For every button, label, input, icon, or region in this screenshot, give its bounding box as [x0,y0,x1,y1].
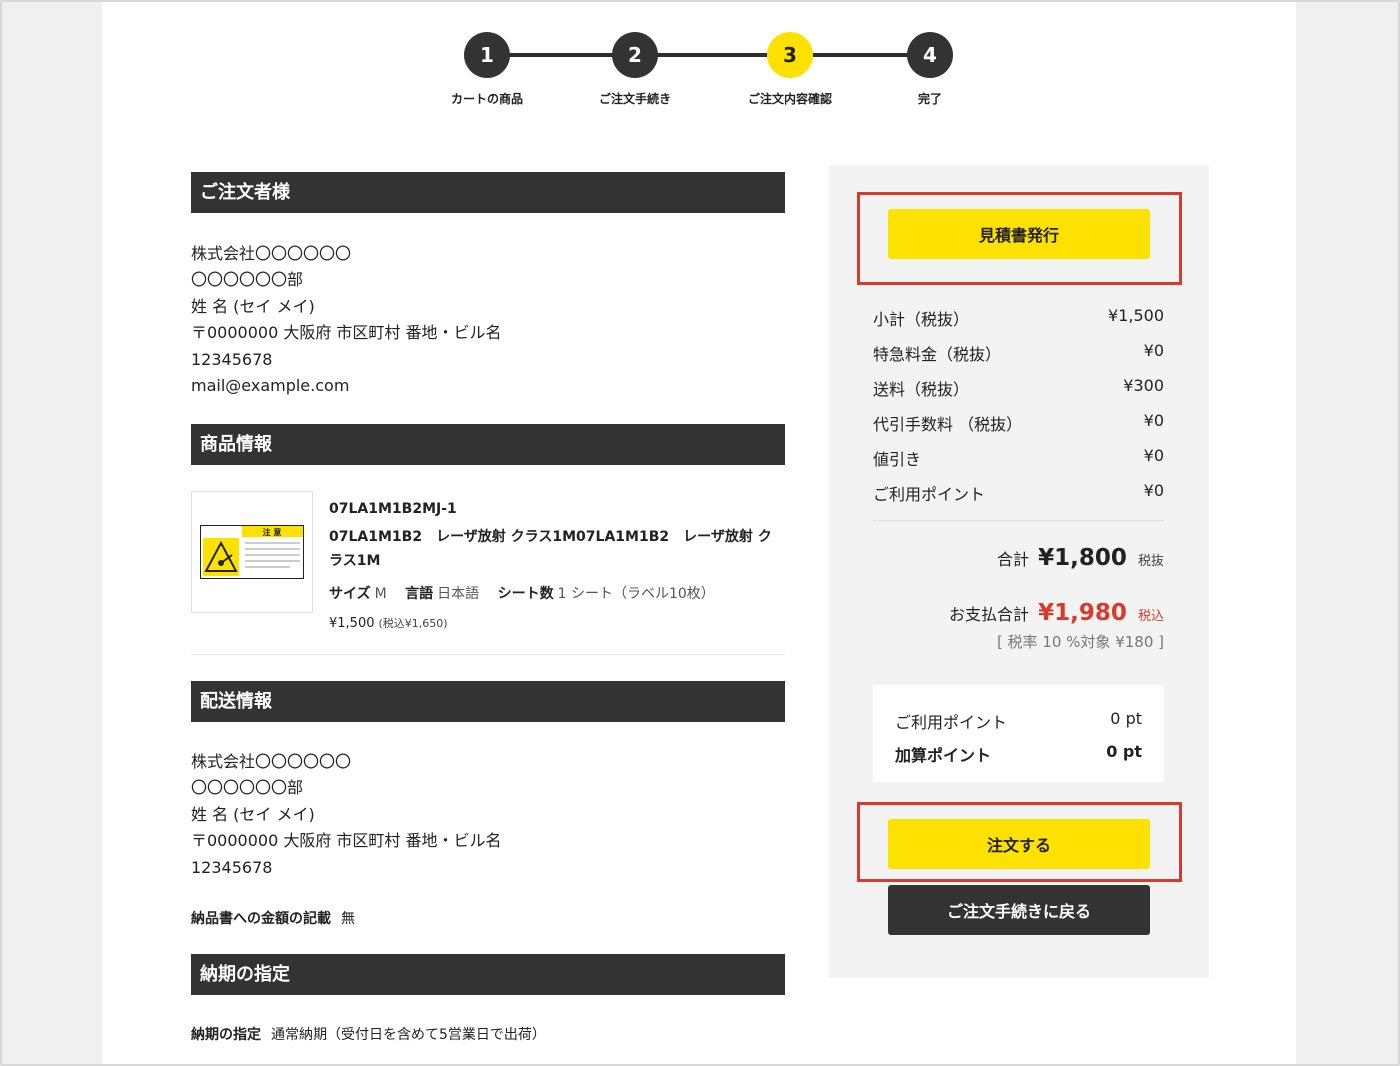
used-points-row: ご利用ポイント ¥0 [873,481,1164,505]
orderer-department: 〇〇〇〇〇〇部 [191,270,304,290]
size-label: サイズ [329,586,371,602]
step-1: 1 [464,32,510,78]
size-value: M [374,586,387,602]
invoice-amount-label: 納品書への金額の記載 [191,911,331,927]
language-label: 言語 [405,586,434,602]
shipping-company: 株式会社〇〇〇〇〇〇 [191,752,352,771]
earned-points-row: 加算ポイント 0 pt [895,742,1142,766]
total-value: ¥1,800 [1038,545,1127,571]
earned-points-label: 加算ポイント [895,746,992,765]
subtotal-value: ¥1,500 [1108,306,1164,325]
express-fee-value: ¥0 [1143,341,1164,360]
orderer-company: 株式会社〇〇〇〇〇〇 [191,244,352,263]
cod-fee-row: 代引手数料 （税抜） ¥0 [873,411,1164,435]
invoice-amount-setting: 納品書への金額の記載無 [191,908,355,928]
product-heading: 商品情報 [191,424,785,465]
sheet-count-label: シート数 [497,586,554,602]
orderer-name: 姓 名 (セイ メイ) [191,296,315,316]
total-row: 合計 ¥1,800 税抜 [997,545,1164,571]
used-points-box-value: 0 pt [1110,709,1142,728]
product-attributes: サイズ M 言語 日本語 シート数 1 シート（ラベル10枚） [329,583,785,603]
invoice-amount-value: 無 [341,911,355,927]
earned-points-value: 0 pt [1106,742,1142,761]
svg-text:注 意: 注 意 [263,527,282,537]
product-code: 07LA1M1B2MJ-1 [329,501,457,517]
price-value: ¥1,500 [329,616,375,631]
stepper-line [487,53,930,57]
orderer-email: mail@example.com [191,376,350,396]
product-name: 07LA1M1B2 レーザ放射 クラス1M07LA1M1B2 レーザ放射 クラス… [329,529,772,569]
used-points-box-label: ご利用ポイント [895,713,1008,732]
shipping-fee-label: 送料（税抜） [873,380,970,399]
product-details: 07LA1M1B2MJ-1 07LA1M1B2 レーザ放射 クラス1M07LA1… [329,501,785,631]
used-points-value: ¥0 [1143,481,1164,500]
issue-quote-button[interactable]: 見積書発行 [888,209,1150,259]
shipping-department: 〇〇〇〇〇〇部 [191,778,304,798]
cod-fee-label: 代引手数料 （税抜） [873,415,1023,434]
discount-label: 値引き [873,450,922,469]
tax-note: [ 税率 10 %対象 ¥180 ] [996,633,1164,651]
step-2-label: ご注文手続き [598,92,672,106]
product-price: ¥1,500 (税込¥1,650) [329,615,785,631]
summary-divider [873,520,1164,521]
step-3-label: ご注文内容確認 [747,92,833,106]
price-tax-included: (税込¥1,650) [378,617,448,630]
subtotal-label: 小計（税抜） [873,310,970,329]
orderer-heading: ご注文者様 [191,172,785,213]
total-label: 合計 [997,550,1030,569]
orderer-info: 株式会社〇〇〇〇〇〇 〇〇〇〇〇〇部 姓 名 (セイ メイ) 〒0000000 … [191,241,502,399]
express-fee-row: 特急料金（税抜） ¥0 [873,341,1164,365]
discount-row: 値引き ¥0 [873,446,1164,470]
place-order-button[interactable]: 注文する [888,819,1150,869]
express-fee-label: 特急料金（税抜） [873,345,1002,364]
shipping-phone: 12345678 [191,857,273,877]
payment-total-value: ¥1,980 [1038,600,1127,626]
cod-fee-value: ¥0 [1143,411,1164,430]
shipping-address: 〒0000000 大阪府 市区町村 番地・ビル名 [191,831,502,851]
shipping-heading: 配送情報 [191,681,785,722]
shipping-fee-row: 送料（税抜） ¥300 [873,376,1164,400]
payment-total-label: お支払合計 [949,605,1030,624]
used-points-label: ご利用ポイント [873,485,986,504]
shipping-fee-value: ¥300 [1123,376,1164,395]
language-value: 日本語 [437,586,480,602]
laser-warning-label-icon: 注 意 [200,525,304,579]
total-suffix: 税抜 [1137,554,1164,569]
sheet-count-value: 1 シート（ラベル10枚） [557,586,715,602]
product-item: 注 意 07LA1M1B2MJ-1 07LA1M1B2 レーザ放射 クラス1M0… [191,491,785,655]
delivery-label: 納期の指定 [191,1027,261,1043]
orderer-address: 〒0000000 大阪府 市区町村 番地・ビル名 [191,323,502,343]
step-4: 4 [907,32,953,78]
step-4-label: 完了 [917,92,943,106]
delivery-value: 通常納期（受付日を含めて5営業日で出荷） [271,1027,546,1043]
step-3-current: 3 [767,32,813,78]
subtotal-row: 小計（税抜） ¥1,500 [873,306,1164,330]
payment-total-suffix: 税込 [1137,609,1164,624]
step-2: 2 [612,32,658,78]
delivery-heading: 納期の指定 [191,954,785,995]
payment-total-row: お支払合計 ¥1,980 税込 [949,600,1164,626]
used-points-box-row: ご利用ポイント 0 pt [895,709,1142,733]
delivery-setting: 納期の指定 通常納期（受付日を含めて5営業日で出荷） [191,1024,546,1044]
points-box: ご利用ポイント 0 pt 加算ポイント 0 pt [873,685,1164,782]
product-image: 注 意 [191,491,313,613]
step-1-label: カートの商品 [450,92,524,106]
orderer-phone: 12345678 [191,349,273,369]
shipping-name: 姓 名 (セイ メイ) [191,804,315,824]
discount-value: ¥0 [1143,446,1164,465]
back-to-checkout-button[interactable]: ご注文手続きに戻る [888,885,1150,935]
shipping-info: 株式会社〇〇〇〇〇〇 〇〇〇〇〇〇部 姓 名 (セイ メイ) 〒0000000 … [191,749,502,881]
